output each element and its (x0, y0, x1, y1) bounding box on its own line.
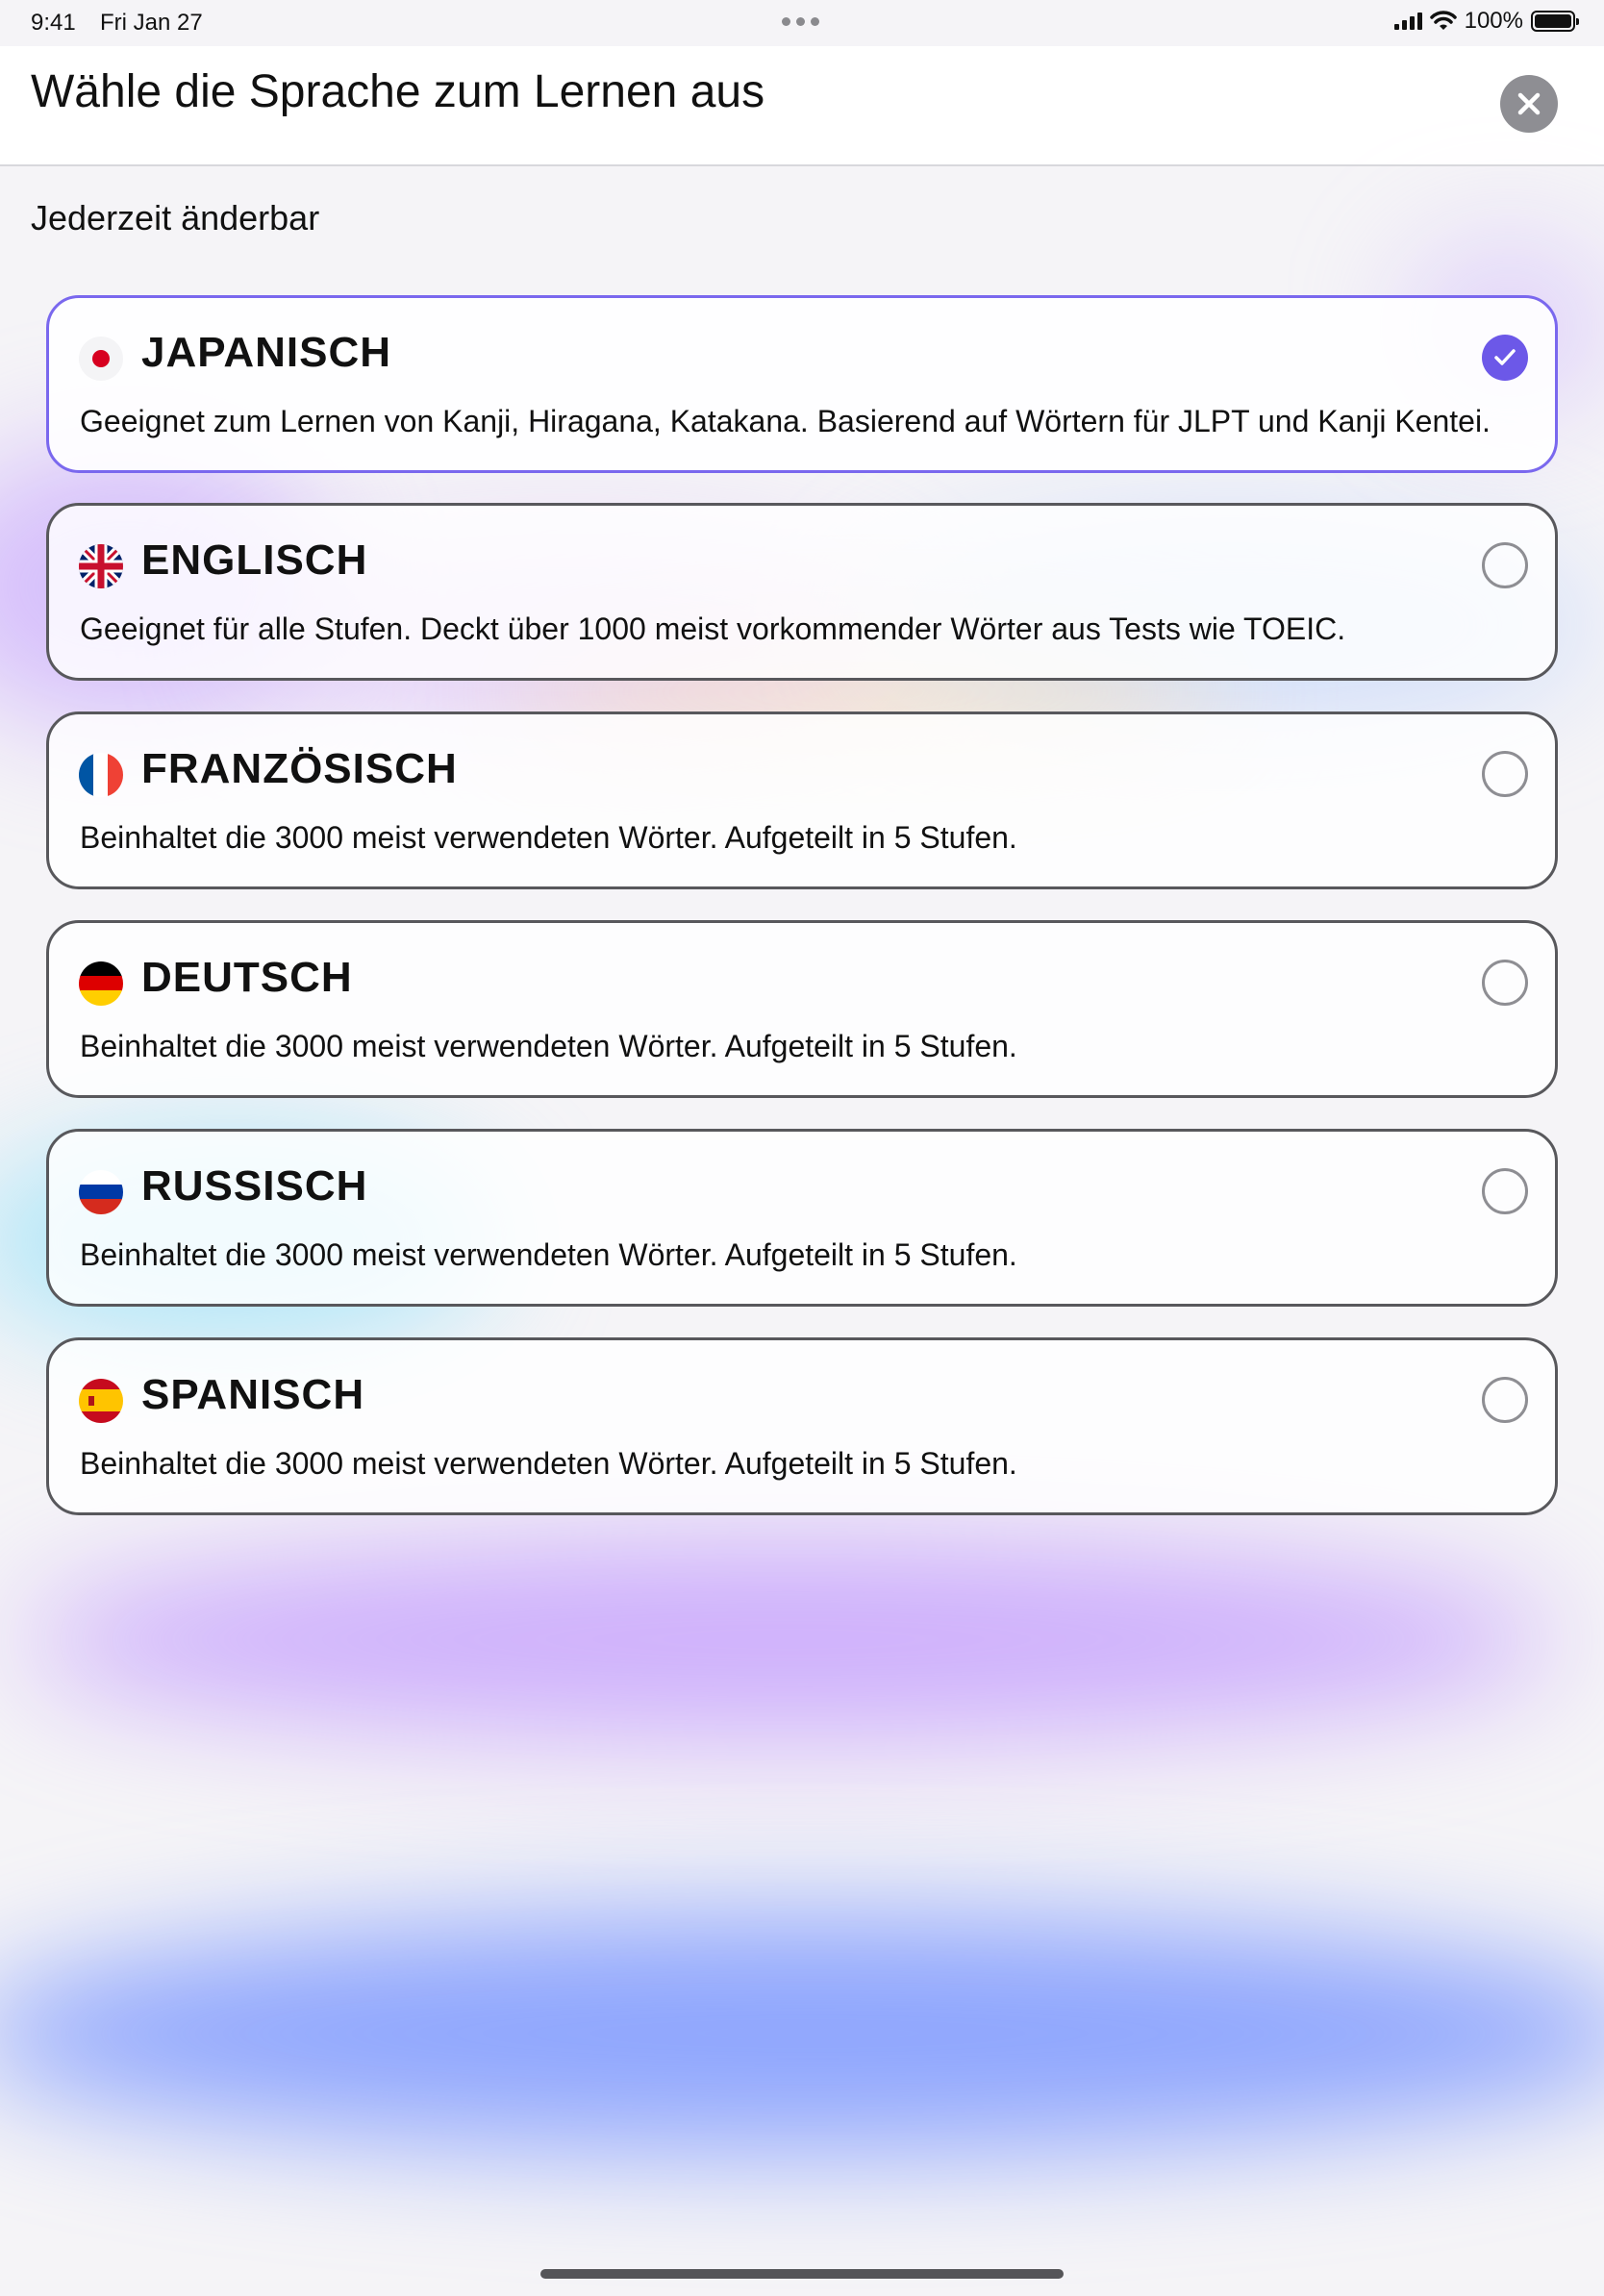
radio-selected[interactable] (1482, 335, 1528, 381)
checkmark-icon (1494, 349, 1516, 365)
wifi-icon (1429, 11, 1457, 30)
germany-flag-icon (79, 961, 123, 1006)
sheet-header: Wähle die Sprache zum Lernen aus (0, 46, 1604, 166)
language-card-japanese[interactable]: JAPANISCH Geeignet zum Lernen von Kanji,… (46, 295, 1558, 473)
status-date: Fri Jan 27 (100, 10, 203, 36)
cellular-signal-icon (1393, 12, 1422, 30)
close-button[interactable] (1500, 75, 1558, 133)
russia-flag-icon (79, 1170, 123, 1214)
language-description: Beinhaltet die 3000 meist verwendeten Wö… (80, 1237, 1017, 1272)
language-name: ENGLISCH (141, 537, 368, 584)
close-icon (1517, 92, 1541, 115)
language-name: JAPANISCH (141, 329, 392, 376)
status-indicators: 100% (1393, 8, 1579, 35)
background-blob (0, 1913, 1604, 2154)
radio-unselected[interactable] (1482, 960, 1528, 1006)
france-flag-icon (79, 753, 123, 797)
spain-flag-icon (79, 1379, 123, 1423)
uk-flag-icon (79, 544, 123, 588)
language-name: DEUTSCH (141, 954, 353, 1001)
radio-unselected[interactable] (1482, 1168, 1528, 1214)
language-description: Beinhaltet die 3000 meist verwendeten Wö… (80, 1029, 1017, 1063)
radio-unselected[interactable] (1482, 751, 1528, 797)
page-title: Wähle die Sprache zum Lernen aus (31, 66, 765, 117)
status-time: 9:41 (31, 10, 76, 36)
battery-percentage: 100% (1464, 8, 1523, 34)
subtitle: Jederzeit änderbar (31, 198, 320, 237)
language-card-spanish[interactable]: SPANISCH Beinhaltet die 3000 meist verwe… (46, 1337, 1558, 1515)
language-description: Geeignet zum Lernen von Kanji, Hiragana,… (80, 404, 1491, 438)
status-bar: 9:41 Fri Jan 27 100% (0, 0, 1604, 46)
language-card-russian[interactable]: RUSSISCH Beinhaltet die 3000 meist verwe… (46, 1129, 1558, 1307)
language-card-french[interactable]: FRANZÖSISCH Beinhaltet die 3000 meist ve… (46, 711, 1558, 889)
battery-icon (1531, 11, 1579, 32)
multitasking-dots-icon[interactable] (782, 17, 819, 26)
language-description: Beinhaltet die 3000 meist verwendeten Wö… (80, 820, 1017, 855)
radio-unselected[interactable] (1482, 1377, 1528, 1423)
home-indicator[interactable] (540, 2269, 1064, 2279)
background-blob (19, 1538, 1558, 1740)
language-name: FRANZÖSISCH (141, 745, 458, 792)
language-name: SPANISCH (141, 1371, 365, 1418)
japan-flag-icon (79, 337, 123, 381)
language-name: RUSSISCH (141, 1162, 368, 1210)
language-card-english[interactable]: ENGLISCH Geeignet für alle Stufen. Deckt… (46, 503, 1558, 681)
language-card-german[interactable]: DEUTSCH Beinhaltet die 3000 meist verwen… (46, 920, 1558, 1098)
language-description: Beinhaltet die 3000 meist verwendeten Wö… (80, 1446, 1017, 1481)
language-description: Geeignet für alle Stufen. Deckt über 100… (80, 611, 1346, 646)
radio-unselected[interactable] (1482, 542, 1528, 588)
